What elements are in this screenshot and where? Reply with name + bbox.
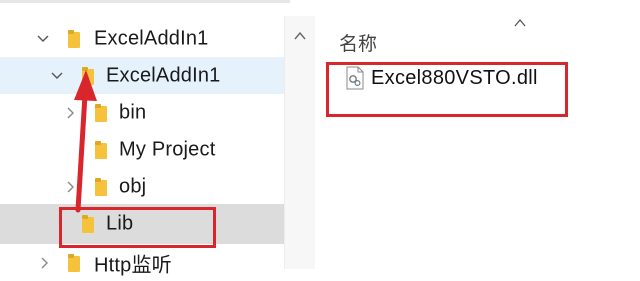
tree-item-label: Http监听 [94,254,172,276]
chevron-down-icon[interactable] [36,32,50,46]
tree-item-label: ExcelAddIn1 [94,27,209,49]
chevron-right-icon[interactable] [64,180,78,194]
tree-item-http[interactable]: Http监听 [0,244,284,281]
folder-icon [82,66,94,85]
folder-icon [95,103,107,122]
tree-item-bin[interactable]: bin [0,94,284,131]
folder-icon [95,177,107,196]
tree-item-label: ExcelAddIn1 [106,64,221,86]
chevron-down-icon[interactable] [50,69,64,83]
tree-item-label: bin [119,101,147,123]
sort-ascending-icon[interactable] [514,14,526,32]
folder-icon [68,29,80,48]
column-header-name[interactable]: 名称 [339,29,377,56]
folder-icon [95,140,107,159]
tree-item-my-project[interactable]: My Project [0,131,284,168]
tree-item-label: obj [119,175,147,197]
annotation-box-dll [326,62,568,117]
tree-item-label: My Project [119,138,216,160]
annotation-box-lib [59,207,216,248]
tree-item-exceladdin1-root[interactable]: ExcelAddIn1 [0,20,284,57]
file-list-pane: 名称 Excel880VSTO.dll [315,0,640,269]
scroll-up-icon[interactable] [294,27,306,45]
chevron-right-icon[interactable] [38,256,52,270]
tree-item-exceladdin1-child[interactable]: ExcelAddIn1 [0,57,284,94]
tree-item-obj[interactable]: obj [0,168,284,205]
chevron-right-icon[interactable] [64,106,78,120]
vertical-scrollbar[interactable] [284,16,315,269]
